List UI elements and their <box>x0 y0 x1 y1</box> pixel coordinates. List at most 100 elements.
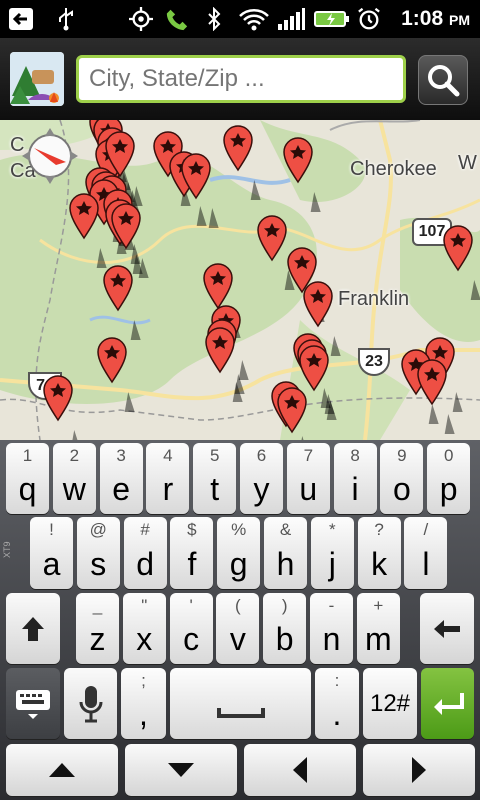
key-u[interactable]: 7u <box>286 443 330 514</box>
map-view[interactable]: C Ca Cherokee W Franklin 107 23 74 <box>0 120 480 440</box>
symbols-key[interactable]: 12# <box>363 668 417 739</box>
key-alt-label: 3 <box>116 446 126 465</box>
battery-charging-icon <box>314 11 349 27</box>
key-e[interactable]: 3e <box>99 443 143 514</box>
key-main-label: w <box>62 471 86 507</box>
key-main-label: r <box>162 471 174 507</box>
key-d[interactable]: # d <box>123 517 167 589</box>
key-alt-label: 9 <box>397 446 407 465</box>
key-alt-label: 0 <box>443 446 454 465</box>
search-button[interactable] <box>418 55 468 105</box>
campground-pin-icon[interactable] <box>43 375 92 440</box>
key-main-label: . <box>332 696 342 732</box>
key-main-label: k <box>371 546 388 582</box>
arrow-up-key[interactable] <box>6 744 118 796</box>
xt9-label: XT9 <box>2 541 12 558</box>
key-f[interactable]: $ f <box>170 517 214 589</box>
key-main-label: d <box>136 546 154 582</box>
key-l[interactable]: / l <box>404 517 448 589</box>
back-arrow-icon <box>9 8 33 30</box>
key-main-label: g <box>229 546 248 582</box>
key-alt-label: 8 <box>350 446 360 465</box>
key-alt-label: _ <box>92 596 103 615</box>
comma-key[interactable]: ;, <box>121 668 166 739</box>
arrow-left-icon <box>244 744 356 796</box>
backspace-icon <box>420 593 474 664</box>
status-bar: 1:08 PM <box>0 0 480 38</box>
key-b[interactable]: ) b <box>263 593 307 664</box>
arrow-up-icon <box>6 744 118 796</box>
enter-key[interactable] <box>421 668 474 739</box>
bluetooth-icon <box>208 7 221 31</box>
key-w[interactable]: 2w <box>52 443 96 514</box>
campground-pin-icon[interactable] <box>181 153 230 228</box>
alarm-icon <box>358 7 380 30</box>
arrow-right-key[interactable] <box>363 744 475 796</box>
key-o[interactable]: 9o <box>380 443 424 514</box>
key-alt-label: ! <box>49 520 54 539</box>
key-g[interactable]: % g <box>217 517 261 589</box>
period-key[interactable]: :. <box>315 668 359 739</box>
voice-input-key[interactable] <box>64 668 117 739</box>
key-p[interactable]: 0p <box>427 443 471 514</box>
keyboard-settings-key[interactable] <box>6 668 60 739</box>
key-main-label: v <box>229 621 246 657</box>
search-toolbar <box>0 38 480 120</box>
key-main-label: c <box>183 621 200 657</box>
key-h[interactable]: & h <box>264 517 307 589</box>
key-s[interactable]: @ s <box>76 517 120 589</box>
search-input[interactable] <box>76 55 406 103</box>
key-main-label: o <box>392 471 411 507</box>
campground-pin-icon[interactable] <box>97 337 146 412</box>
key-c[interactable]: ' c <box>169 593 213 664</box>
key-alt-label: & <box>279 520 292 539</box>
key-alt-label: ) <box>281 596 288 615</box>
campground-pin-icon[interactable] <box>223 125 272 200</box>
shift-key[interactable] <box>6 593 60 664</box>
magnifier-icon <box>428 65 460 97</box>
key-n[interactable]: -n <box>310 593 353 664</box>
app-logo-icon[interactable] <box>10 52 64 106</box>
key-alt-label: ( <box>235 596 241 615</box>
key-alt-label: 2 <box>69 446 80 465</box>
key-alt-label: # <box>140 520 150 539</box>
arrow-right-icon <box>363 744 475 796</box>
delete-key[interactable] <box>420 593 474 664</box>
key-alt-label: - <box>328 596 335 615</box>
campground-pin-icon[interactable] <box>277 387 326 440</box>
key-alt-label: ? <box>374 520 384 539</box>
space-bar-icon <box>170 668 311 739</box>
key-main-label: m <box>364 621 392 657</box>
key-y[interactable]: 6y <box>240 443 283 514</box>
key-main-label: h <box>276 546 295 582</box>
key-a[interactable]: ! a <box>30 517 73 589</box>
key-j[interactable]: * j <box>310 517 354 589</box>
key-r[interactable]: 4r <box>146 443 190 514</box>
key-k[interactable]: ? k <box>357 517 401 589</box>
key-q[interactable]: 1q <box>6 443 49 514</box>
campground-pin-icon[interactable] <box>299 345 348 420</box>
key-alt-label: $ <box>187 520 197 539</box>
symbols-key-label: 12# <box>369 689 411 717</box>
key-main-label: q <box>18 471 37 507</box>
key-alt-label: ' <box>189 596 193 615</box>
key-alt-label: 5 <box>209 446 220 465</box>
space-key[interactable] <box>170 668 311 739</box>
campground-pin-icon[interactable] <box>443 225 480 300</box>
arrow-down-icon <box>125 744 237 796</box>
arrow-left-key[interactable] <box>244 744 356 796</box>
arrow-down-key[interactable] <box>125 744 237 796</box>
key-t[interactable]: 5t <box>193 443 237 514</box>
key-main-label: j <box>328 546 336 582</box>
campground-pin-icon[interactable] <box>283 137 332 212</box>
key-main-label: s <box>90 546 107 582</box>
key-m[interactable]: + m <box>356 593 400 664</box>
key-v[interactable]: (v <box>216 593 260 664</box>
key-i[interactable]: 8i <box>333 443 377 514</box>
campground-pin-icon[interactable] <box>417 359 466 434</box>
key-z[interactable]: _ z <box>76 593 119 664</box>
key-alt-label: / <box>423 520 429 539</box>
campground-pin-icon[interactable] <box>205 327 254 402</box>
key-x[interactable]: " x <box>122 593 166 664</box>
key-alt-label: + <box>373 596 384 615</box>
